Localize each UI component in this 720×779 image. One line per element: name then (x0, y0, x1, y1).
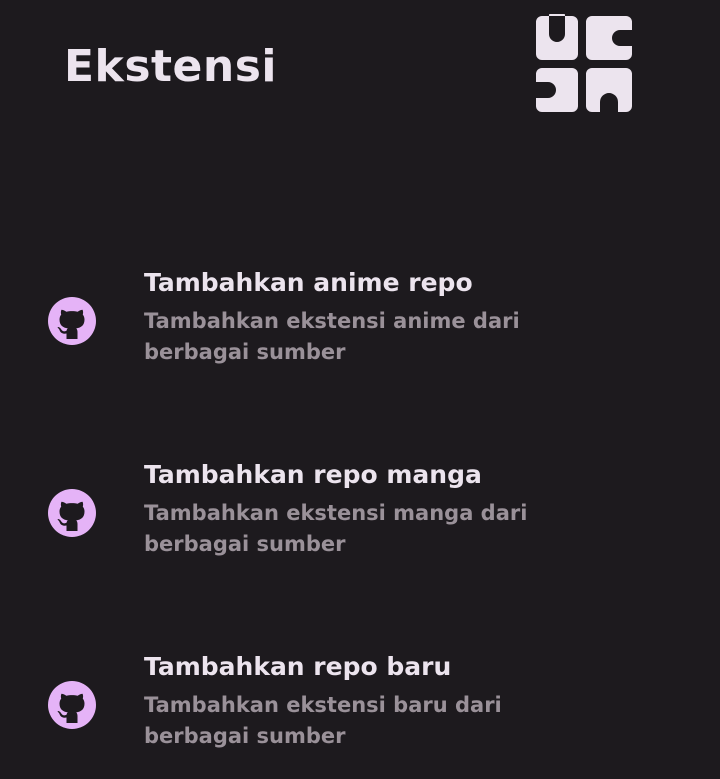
github-icon (48, 297, 96, 345)
item-description: Tambahkan ekstensi anime dari berbagai s… (144, 309, 520, 364)
item-description: Tambahkan ekstensi manga dari berbagai s… (144, 501, 528, 556)
page-title: Ekstensi (64, 41, 277, 92)
item-title: Tambahkan repo manga (144, 460, 482, 489)
add-anime-repo-item[interactable]: Tambahkan anime repo Tambahkan ekstensi … (0, 266, 720, 416)
add-new-repo-item[interactable]: Tambahkan repo baru Tambahkan ekstensi b… (0, 650, 720, 779)
github-icon (48, 681, 96, 729)
github-icon (48, 489, 96, 537)
item-description: Tambahkan ekstensi baru dari berbagai su… (144, 693, 502, 748)
item-title: Tambahkan repo baru (144, 652, 452, 681)
extension-puzzle-icon (536, 14, 632, 112)
add-manga-repo-item[interactable]: Tambahkan repo manga Tambahkan ekstensi … (0, 458, 720, 608)
item-title: Tambahkan anime repo (144, 268, 473, 297)
extensions-page: Ekstensi Tambahkan anime repo Tambahkan … (0, 0, 720, 779)
